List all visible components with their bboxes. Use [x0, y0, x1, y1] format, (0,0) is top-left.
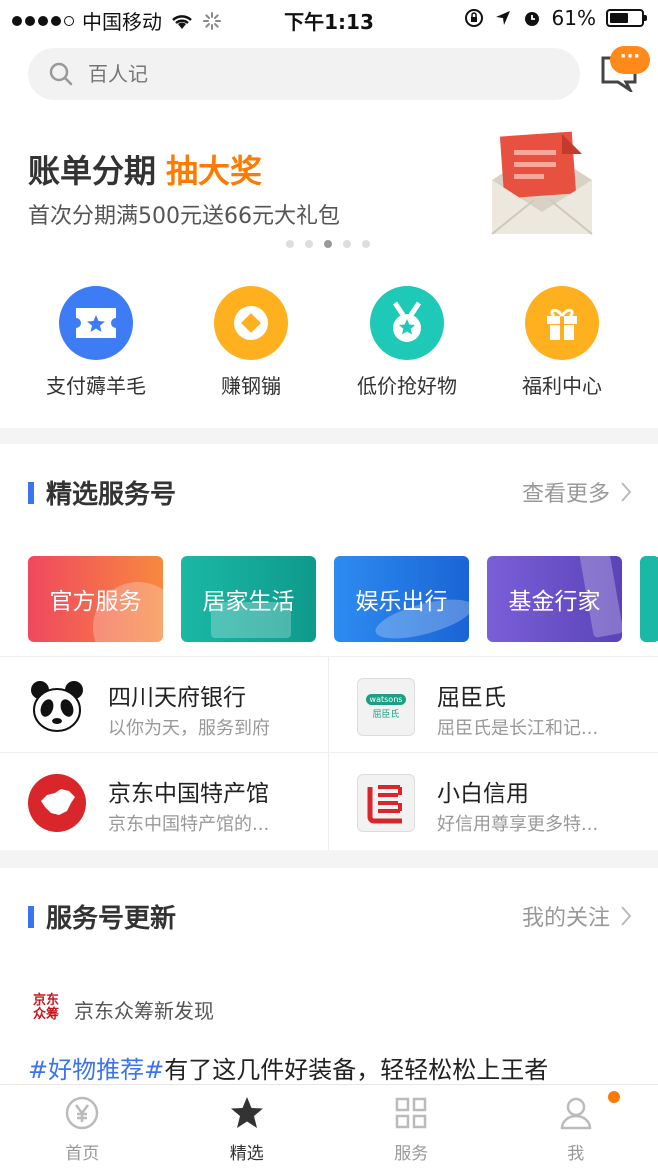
- yuan-coin-icon: [66, 1096, 99, 1130]
- coin-icon: [214, 286, 288, 360]
- gift-icon: [525, 286, 599, 360]
- chevron-right-icon: [621, 906, 632, 926]
- header-area: ··· 账单分期抽大奖 首次分期满500元送66元大礼包 支付薅羊毛: [0, 38, 658, 428]
- section-accent-bar: [28, 481, 34, 504]
- tab-label: 首页: [65, 1144, 100, 1164]
- update-hashtag[interactable]: #好物推荐#: [28, 1056, 164, 1084]
- battery-icon: [606, 9, 647, 27]
- page-dot: [305, 240, 313, 248]
- section-title: 精选服务号: [46, 480, 177, 510]
- tab-label: 精选: [229, 1144, 264, 1164]
- view-more-link[interactable]: 查看更多: [522, 476, 632, 508]
- message-badge: ···: [610, 46, 650, 74]
- tab-label: 服务: [394, 1144, 429, 1164]
- jd-crowdfunding-logo-icon: 京东 众筹: [30, 994, 62, 1024]
- banner-title-main: 账单分期: [28, 152, 157, 190]
- battery-percent: 61%: [551, 6, 596, 30]
- tab-me[interactable]: 我: [494, 1085, 658, 1170]
- quick-action-welfare[interactable]: 福利中心: [492, 286, 632, 399]
- rotation-lock-icon: [464, 9, 483, 27]
- account-name: 四川天府银行: [108, 685, 246, 711]
- search-bar[interactable]: [28, 48, 580, 100]
- search-icon: [49, 62, 73, 86]
- logo-line-2: 众筹: [32, 1007, 59, 1022]
- quick-action-earn-coins[interactable]: 赚钢镚: [181, 286, 321, 399]
- page-dot: [286, 240, 294, 248]
- category-card-official[interactable]: 官方服务: [28, 556, 163, 642]
- category-card-label: 娱乐出行: [355, 589, 448, 615]
- category-card-partial[interactable]: [640, 556, 658, 642]
- category-card-home[interactable]: 居家生活: [181, 556, 316, 642]
- account-desc: 屈臣氏是长江和记...: [437, 718, 599, 739]
- tab-featured[interactable]: 精选: [165, 1085, 330, 1170]
- watsons-logo-icon: watsons 屈臣氏: [357, 678, 415, 736]
- star-icon: [230, 1097, 263, 1128]
- quick-action-label: 福利中心: [522, 374, 602, 398]
- grid-icon: [396, 1097, 427, 1129]
- update-source-name: 京东众筹新发现: [74, 998, 214, 1023]
- page-dot: [362, 240, 370, 248]
- featured-services-section: 精选服务号 查看更多 官方服务 居家生活 娱乐出行 基金行家 四川天府银行 以你…: [0, 444, 658, 850]
- service-category-cards: 官方服务 居家生活 娱乐出行 基金行家: [28, 556, 658, 642]
- account-name: 京东中国特产馆: [108, 781, 269, 807]
- status-right: 61%: [464, 6, 647, 30]
- account-name: 小白信用: [437, 781, 529, 807]
- account-desc: 京东中国特产馆的...: [108, 814, 270, 835]
- tab-services[interactable]: 服务: [329, 1085, 494, 1170]
- account-desc: 以你为天，服务到府: [108, 718, 270, 739]
- envelope-icon: [491, 131, 593, 235]
- category-card-fund[interactable]: 基金行家: [487, 556, 622, 642]
- update-post-text[interactable]: #好物推荐#有了这几件好装备，轻轻松松上王者: [28, 1050, 548, 1085]
- banner-title[interactable]: 账单分期 抽大奖: [28, 146, 262, 192]
- bottom-tab-bar: 首页 精选 服务 我: [0, 1084, 658, 1170]
- location-icon: [495, 11, 510, 25]
- banner-subtitle: 首次分期满500元送66元大礼包: [28, 204, 340, 229]
- person-icon: [560, 1097, 592, 1130]
- quick-action-label: 支付薅羊毛: [46, 374, 146, 398]
- panda-logo-icon: [28, 678, 86, 736]
- quick-action-label: 赚钢镚: [221, 374, 281, 398]
- ticket-star-icon: [59, 286, 133, 360]
- my-follows-link[interactable]: 我的关注: [522, 900, 632, 932]
- section-accent-bar: [28, 905, 34, 928]
- account-name: 屈臣氏: [437, 685, 506, 711]
- alarm-icon: [524, 12, 539, 26]
- quick-action-alipay-perks[interactable]: 支付薅羊毛: [26, 286, 166, 399]
- page-dot: [343, 240, 351, 248]
- banner-title-highlight: 抽大奖: [166, 152, 263, 190]
- quick-action-label: 低价抢好物: [357, 374, 457, 398]
- page-dot-active: [324, 240, 332, 248]
- account-watsons[interactable]: watsons 屈臣氏 屈臣氏 屈臣氏是长江和记...: [329, 658, 658, 754]
- account-xiaobai-credit[interactable]: 小白信用 好信用尊享更多特...: [329, 754, 658, 850]
- banner-pagination: [286, 240, 370, 248]
- category-card-label: 官方服务: [49, 589, 142, 615]
- china-map-logo-icon: [28, 774, 86, 832]
- account-desc: 好信用尊享更多特...: [437, 814, 599, 835]
- account-jd-specialty[interactable]: 京东中国特产馆 京东中国特产馆的...: [0, 754, 329, 850]
- updates-section: 服务号更新 我的关注 京东 众筹 京东众筹新发现 #好物推荐#有了这几件好装备，轻…: [0, 868, 658, 1084]
- update-source[interactable]: 京东 众筹 京东众筹新发现: [30, 994, 214, 1024]
- my-follows-label: 我的关注: [521, 906, 610, 931]
- section-header: 精选服务号: [28, 474, 176, 511]
- search-input[interactable]: [88, 62, 508, 86]
- tab-home[interactable]: 首页: [0, 1085, 165, 1170]
- notification-dot: [608, 1091, 620, 1103]
- update-body: 有了这几件好装备，轻轻松松上王者: [164, 1056, 549, 1084]
- category-card-label: 基金行家: [508, 589, 601, 615]
- watsons-logo-sub: 屈臣氏: [372, 710, 400, 720]
- status-bar: 中国移动 下午1:13 61%: [0, 0, 658, 38]
- logo-line-1: 京东: [32, 993, 59, 1008]
- medal-star-icon: [370, 286, 444, 360]
- category-card-label: 居家生活: [202, 589, 295, 615]
- chevron-right-icon: [621, 482, 632, 502]
- watsons-logo-text: watsons: [365, 694, 407, 705]
- account-tianfu-bank[interactable]: 四川天府银行 以你为天，服务到府: [0, 658, 329, 754]
- tab-label: 我: [567, 1144, 585, 1164]
- section-title: 服务号更新: [46, 904, 177, 934]
- section-header: 服务号更新: [28, 898, 176, 935]
- view-more-label: 查看更多: [521, 482, 610, 507]
- category-card-entertainment[interactable]: 娱乐出行: [334, 556, 469, 642]
- credit-logo-icon: [357, 774, 415, 832]
- quick-action-low-price[interactable]: 低价抢好物: [337, 286, 477, 399]
